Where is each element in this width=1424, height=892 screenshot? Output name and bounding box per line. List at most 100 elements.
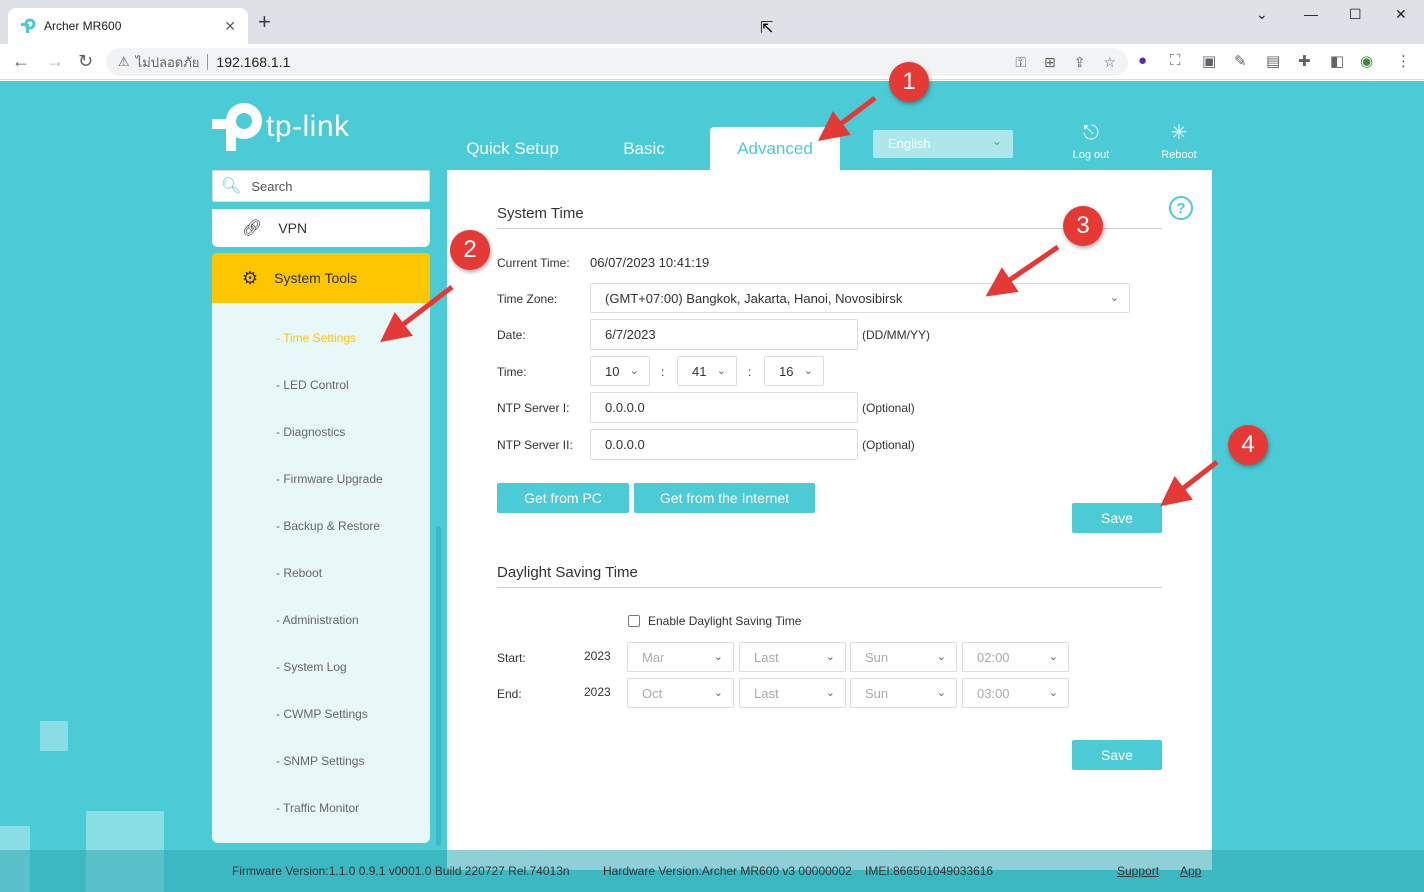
sidebar-subitem-time-settings[interactable]: - Time Settings [276,331,356,345]
sidebar-subitem-administration[interactable]: - Administration [276,613,359,627]
dst-end-month-select[interactable]: Oct ⌄ [627,678,734,708]
sidebar-subitem-system-log[interactable]: - System Log [276,660,347,674]
chevron-down-icon: ⌄ [1048,650,1058,663]
new-tab-button[interactable]: + [258,11,271,33]
chevron-down-icon[interactable]: ⌄ [1256,6,1268,23]
sidebar-subitem-reboot[interactable]: - Reboot [276,566,322,580]
cast-icon[interactable]: ▣ [1202,52,1216,70]
search-input[interactable] [251,178,412,194]
sidebar-subitem-backup-restore[interactable]: - Backup & Restore [276,519,380,533]
sidebar-subitem-cwmp-settings[interactable]: - CWMP Settings [276,707,368,721]
dst-end-time-value: 03:00 [977,685,1010,701]
warning-icon: ⚠ [118,54,130,69]
sidebar-subitem-led-control[interactable]: - LED Control [276,378,349,392]
router-admin-page: tp-link Quick Setup Basic Advanced Engli… [0,81,1424,892]
ntp-server-1-input[interactable]: 0.0.0.0 [590,392,858,423]
browser-tab-title: Archer MR600 [44,19,122,33]
time-zone-select[interactable]: (GMT+07:00) Bangkok, Jakarta, Hanoi, Nov… [590,283,1130,313]
forward-icon[interactable]: → [46,52,64,70]
puzzle-icon[interactable]: ✚ [1298,52,1311,70]
dst-start-day-select[interactable]: Sun ⌄ [850,642,957,672]
time-zone-value: (GMT+07:00) Bangkok, Jakarta, Hanoi, Nov… [605,290,903,306]
annotation-badge-4: 4 [1228,425,1268,465]
second-select[interactable]: 16 ⌄ [764,356,824,386]
ntp-server-2-value: 0.0.0.0 [605,437,645,452]
profile-avatar[interactable]: ◉ [1360,52,1373,70]
minimize-icon[interactable]: — [1304,6,1318,22]
screenshot-icon[interactable]: ⛶ [1170,52,1181,69]
menu-kebab-icon[interactable]: ⋮ [1396,52,1411,70]
save-button[interactable]: Save [1072,503,1162,533]
edit-icon[interactable]: ✎ [1234,52,1247,70]
logout-icon: ⎋ [1083,122,1099,144]
share-icon[interactable]: ⇪ [1074,54,1086,71]
tab-basic[interactable]: Basic [590,127,698,171]
chevron-down-icon: ⌄ [713,686,723,699]
annotation-badge-2: 2 [450,230,490,270]
minute-select[interactable]: 41 ⌄ [677,356,737,386]
back-icon[interactable]: ← [12,52,30,70]
sidebar-item-system-tools[interactable]: ⚙ System Tools [212,253,430,303]
tab-quick-setup[interactable]: Quick Setup [455,127,570,171]
window-close-icon[interactable]: ✕ [1395,6,1407,23]
dst-start-time-select[interactable]: 02:00 ⌄ [962,642,1069,672]
sidebar-search[interactable]: 🔍︎ [212,170,430,202]
section-divider [497,587,1162,588]
chevron-down-icon: ⌄ [992,134,1003,148]
key-icon[interactable]: ⚿ [1015,54,1026,71]
sidebar-scrollbar[interactable] [436,526,441,846]
hour-select[interactable]: 10 ⌄ [590,356,650,386]
maximize-icon[interactable]: ☐ [1349,6,1362,23]
address-bar[interactable]: ⚠ ไม่ปลอดภัย 192.168.1.1 ⚿ ⊞ ⇪ ☆ [106,48,1128,76]
app-link[interactable]: App [1180,864,1201,878]
tplink-logo: tp-link [212,103,350,151]
dst-end-day-select[interactable]: Sun ⌄ [850,678,957,708]
star-icon[interactable]: ☆ [1103,54,1116,71]
download-extension-icon[interactable]: ● [1138,52,1147,69]
language-value: English [888,136,931,151]
capture-icon[interactable]: ▤ [1266,52,1280,70]
page-footer: Firmware Version:1.1.0 0.9.1 v0001.0 Bui… [0,850,1424,892]
reload-icon[interactable]: ↻ [78,52,93,70]
dst-save-button[interactable]: Save [1072,740,1162,770]
sidebar-subitem-snmp-settings[interactable]: - SNMP Settings [276,754,364,768]
date-value: 6/7/2023 [605,327,656,342]
time-label: Time: [497,365,527,379]
date-input[interactable]: 6/7/2023 [590,319,858,350]
close-tab-icon[interactable]: ✕ [224,18,236,35]
get-from-pc-button[interactable]: Get from PC [497,483,629,513]
dst-start-week-select[interactable]: Last ⌄ [739,642,846,672]
get-from-internet-button[interactable]: Get from the Internet [634,483,815,513]
enable-dst-checkbox[interactable] [628,615,640,627]
logout-button[interactable]: ⎋ Log out [1061,121,1121,161]
dst-start-year: 2023 [584,649,611,663]
chevron-down-icon: ⌄ [825,686,835,699]
support-link[interactable]: Support [1117,864,1159,878]
dst-start-week-value: Last [754,649,779,665]
sidebar-subitem-traffic-monitor[interactable]: - Traffic Monitor [276,801,359,815]
chevron-down-icon: ⌄ [825,650,835,663]
help-icon[interactable]: ? [1169,196,1193,220]
dst-end-time-select[interactable]: 03:00 ⌄ [962,678,1069,708]
dst-end-week-select[interactable]: Last ⌄ [739,678,846,708]
ntp-server-2-input[interactable]: 0.0.0.0 [590,429,858,460]
minute-value: 41 [692,363,707,379]
search-icon: 🔍︎ [221,178,242,195]
url-text[interactable]: 192.168.1.1 [216,54,997,70]
reboot-button[interactable]: ✳ Reboot [1149,121,1209,161]
enable-dst-label: Enable Daylight Saving Time [648,614,802,628]
tab-advanced[interactable]: Advanced [710,127,840,171]
sidebar-item-label: VPN [278,220,308,236]
annotation-badge-3: 3 [1063,206,1103,246]
reboot-icon: ✳ [1170,122,1188,144]
current-time-value: 06/07/2023 10:41:19 [590,255,710,270]
browser-tab[interactable]: Archer MR600 ✕ [8,8,248,44]
dst-start-month-select[interactable]: Mar ⌄ [627,642,734,672]
chevron-down-icon: ⌄ [716,364,726,377]
sidebar-subitem-firmware-upgrade[interactable]: - Firmware Upgrade [276,472,383,486]
chevron-down-icon: ⌄ [629,364,639,377]
sidebar-subitem-diagnostics[interactable]: - Diagnostics [276,425,345,439]
sidepanel-icon[interactable]: ◧ [1330,52,1344,70]
translate-icon[interactable]: ⊞ [1044,54,1056,71]
sidebar-item-vpn[interactable]: 🔗︎ VPN [212,209,430,247]
